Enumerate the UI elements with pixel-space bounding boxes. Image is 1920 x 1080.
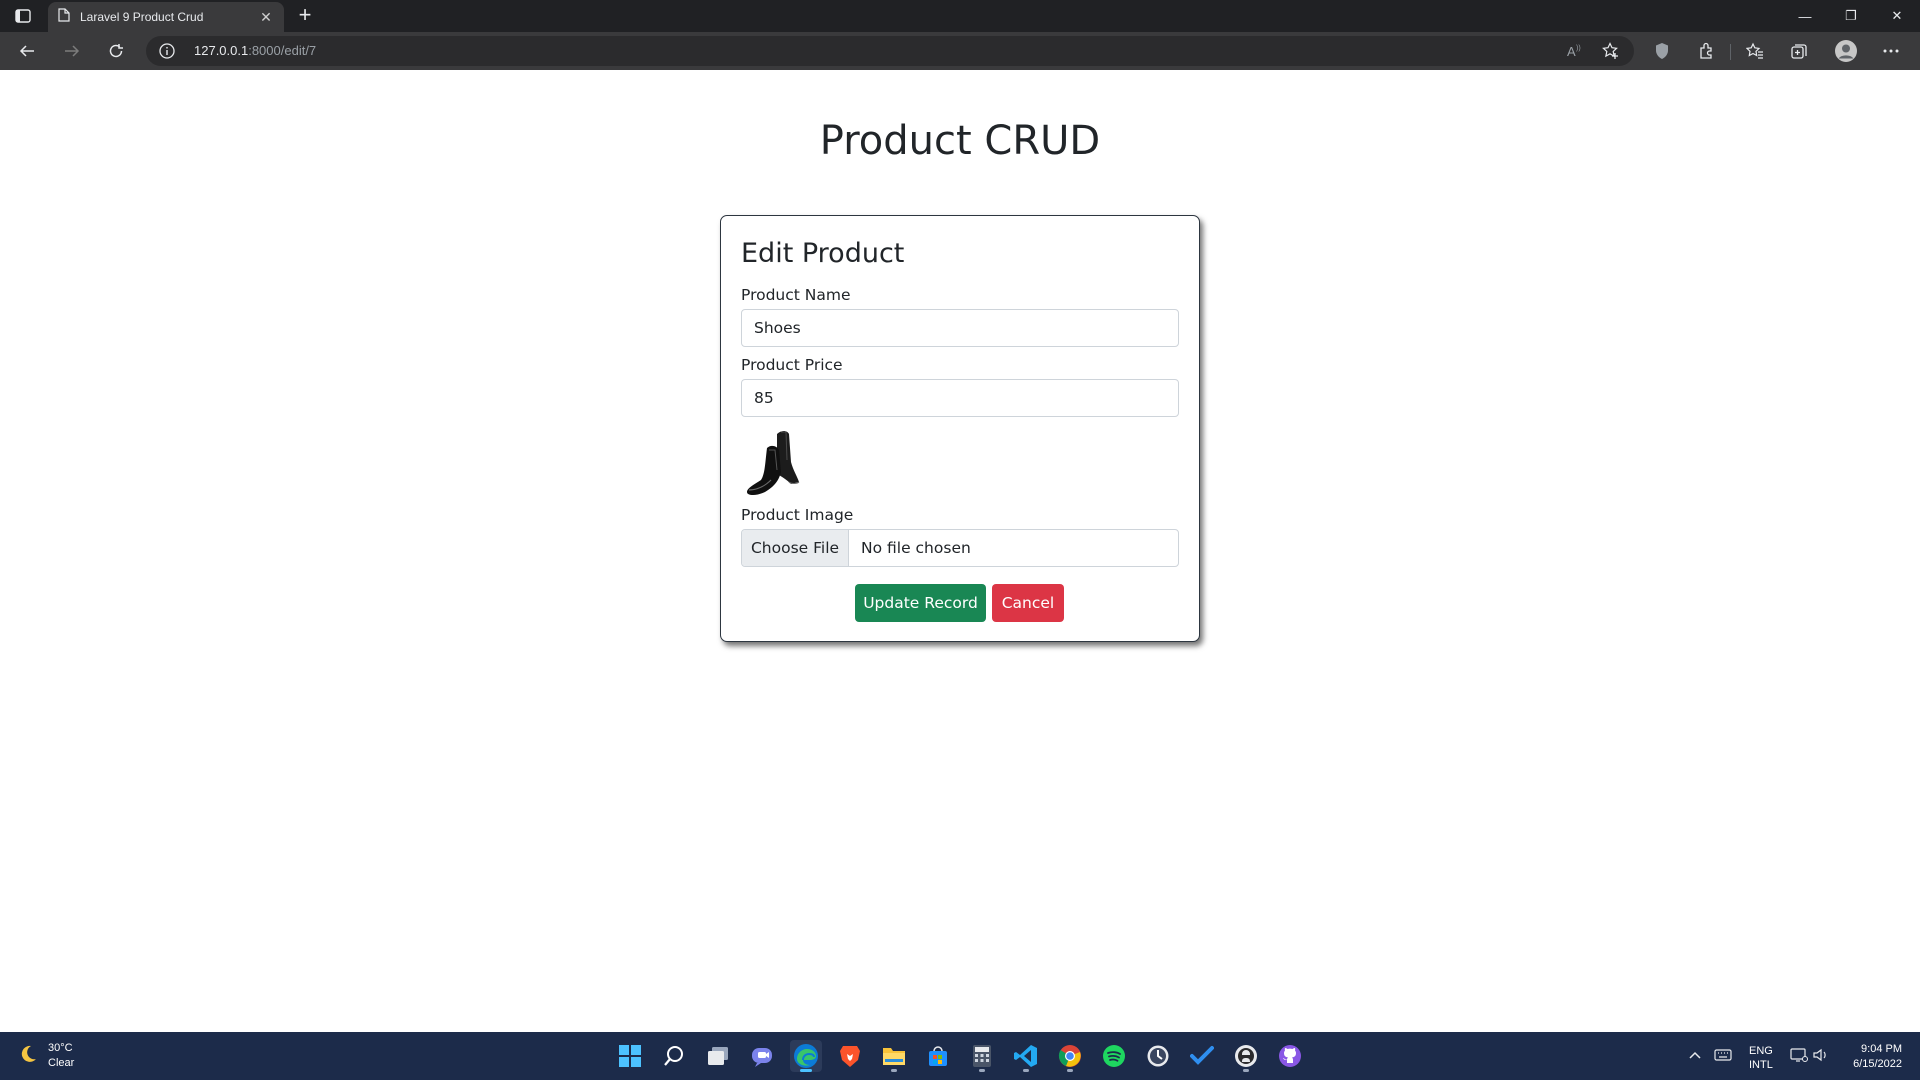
calculator-icon[interactable] <box>966 1040 998 1072</box>
read-aloud-icon[interactable]: A)) <box>1566 42 1584 60</box>
product-image-thumbnail <box>741 424 807 496</box>
keyboard-icon[interactable] <box>1712 1044 1734 1066</box>
running-indicator <box>1067 1069 1073 1072</box>
product-image-file-input[interactable]: Choose File No file chosen <box>741 529 1179 567</box>
input-language-indicator[interactable]: ENG INTL <box>1749 1044 1773 1072</box>
clock-date: 6/15/2022 <box>1853 1058 1902 1070</box>
page-title: Product CRUD <box>819 118 1101 164</box>
page-favicon-icon <box>58 7 70 27</box>
collections-icon[interactable] <box>1789 41 1809 61</box>
forward-icon[interactable] <box>58 37 86 65</box>
tracking-prevention-icon[interactable] <box>1652 41 1672 61</box>
running-indicator <box>1243 1069 1249 1072</box>
edge-icon[interactable] <box>790 1040 822 1072</box>
moon-icon <box>18 1044 38 1069</box>
edit-product-card: Edit Product Product Name Product Price … <box>720 215 1200 642</box>
start-icon[interactable] <box>614 1040 646 1072</box>
vscode-icon[interactable] <box>1010 1040 1042 1072</box>
task-view-icon[interactable] <box>702 1040 734 1072</box>
add-favorite-icon[interactable] <box>1602 42 1620 60</box>
weather-widget[interactable]: 30°C Clear <box>18 1041 74 1071</box>
product-image-label: Product Image <box>741 506 854 524</box>
svg-text:A: A <box>1567 44 1576 59</box>
running-indicator <box>979 1069 985 1072</box>
clock-time: 9:04 PM <box>1861 1043 1902 1055</box>
card-heading: Edit Product <box>741 238 905 269</box>
product-price-input[interactable] <box>741 379 1179 417</box>
url-path: :8000/edit/7 <box>248 43 317 58</box>
product-name-label: Product Name <box>741 286 851 304</box>
browser-tab-strip: Laravel 9 Product Crud ✕ + — ❐ ✕ <box>0 0 1920 32</box>
chrome-icon[interactable] <box>1054 1040 1086 1072</box>
browser-tab-active[interactable]: Laravel 9 Product Crud ✕ <box>48 2 284 32</box>
profile-avatar-icon[interactable] <box>1833 38 1859 64</box>
weather-temperature: 30°C <box>48 1042 73 1054</box>
close-window-button[interactable]: ✕ <box>1874 0 1920 32</box>
running-indicator <box>891 1069 897 1072</box>
tab-title: Laravel 9 Product Crud <box>80 10 204 24</box>
favorites-icon[interactable] <box>1745 41 1765 61</box>
clock-icon[interactable] <box>1142 1040 1174 1072</box>
github-icon[interactable] <box>1274 1040 1306 1072</box>
cancel-button[interactable]: Cancel <box>992 584 1064 622</box>
site-info-icon[interactable] <box>158 42 176 60</box>
language-code: ENG <box>1749 1045 1773 1057</box>
volume-icon[interactable] <box>1810 1044 1832 1066</box>
settings-more-icon[interactable] <box>1881 41 1901 61</box>
url-text[interactable]: 127.0.0.1:8000/edit/7 <box>194 43 316 58</box>
file-explorer-icon[interactable] <box>878 1040 910 1072</box>
product-name-input[interactable] <box>741 309 1179 347</box>
running-indicator <box>1023 1069 1029 1072</box>
minimize-button[interactable]: — <box>1782 0 1828 32</box>
search-icon[interactable] <box>658 1040 690 1072</box>
back-icon[interactable] <box>13 37 41 65</box>
network-icon[interactable] <box>1788 1044 1810 1066</box>
svg-text:)): )) <box>1576 45 1581 52</box>
choose-file-button[interactable]: Choose File <box>742 530 849 566</box>
brave-icon[interactable] <box>834 1040 866 1072</box>
tab-actions-icon[interactable] <box>14 8 32 24</box>
keyboard-layout: INTL <box>1749 1059 1773 1071</box>
spotify-icon[interactable] <box>1098 1040 1130 1072</box>
extensions-icon[interactable] <box>1697 41 1717 61</box>
teams-chat-icon[interactable] <box>746 1040 778 1072</box>
show-hidden-icons-chevron-icon[interactable] <box>1684 1044 1706 1066</box>
product-price-label: Product Price <box>741 356 843 374</box>
github-desktop-icon[interactable] <box>1230 1040 1262 1072</box>
address-bar[interactable]: 127.0.0.1:8000/edit/7 A)) <box>146 36 1634 66</box>
microsoft-store-icon[interactable] <box>922 1040 954 1072</box>
weather-condition: Clear <box>48 1057 75 1069</box>
active-app-indicator <box>800 1069 812 1072</box>
toolbar-divider <box>1730 44 1731 60</box>
file-status-text: No file chosen <box>861 539 971 557</box>
refresh-icon[interactable] <box>102 37 130 65</box>
new-tab-button[interactable]: + <box>294 4 316 27</box>
todo-icon[interactable] <box>1186 1040 1218 1072</box>
browser-toolbar: 127.0.0.1:8000/edit/7 A)) <box>0 32 1920 70</box>
url-host: 127.0.0.1 <box>194 43 249 58</box>
update-record-button[interactable]: Update Record <box>855 584 986 622</box>
windows-taskbar: 30°C Clear ENG INTL 9:04 PM 6/15/2022 <box>0 1032 1920 1080</box>
restore-button[interactable]: ❐ <box>1828 0 1874 32</box>
tab-close-icon[interactable]: ✕ <box>258 9 274 26</box>
taskbar-clock[interactable]: 9:04 PM 6/15/2022 <box>1842 1042 1902 1072</box>
page-viewport: Product CRUD Edit Product Product Name P… <box>0 70 1920 1032</box>
